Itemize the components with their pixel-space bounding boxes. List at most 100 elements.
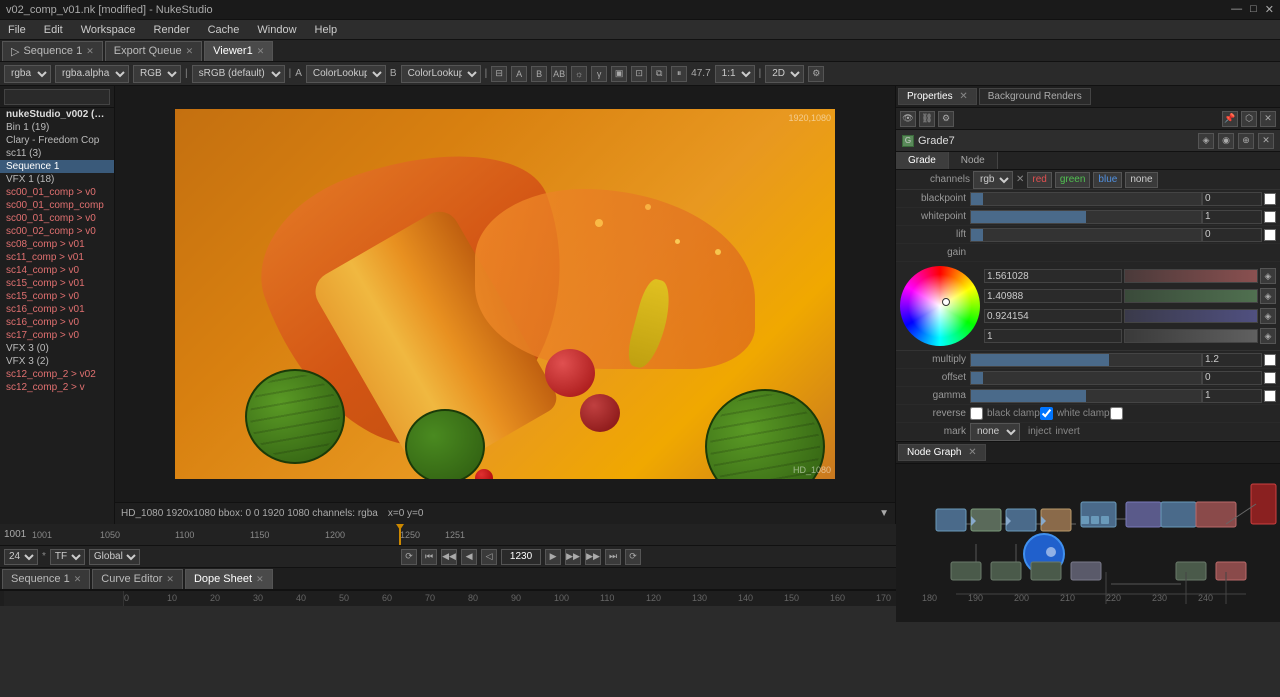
gamma-swatch[interactable] xyxy=(1264,390,1276,402)
white-clamp-checkbox[interactable] xyxy=(1110,407,1123,420)
blackpoint-swatch[interactable] xyxy=(1264,193,1276,205)
viewer-icon-roi[interactable]: ⊡ xyxy=(631,66,647,82)
tab-grade[interactable]: Grade xyxy=(896,152,949,169)
multiply-value[interactable] xyxy=(1202,353,1262,367)
tab-close-curve-editor[interactable]: ✕ xyxy=(166,574,174,585)
bin-sc15-1[interactable]: sc15_comp > v01 xyxy=(0,277,114,290)
fps-select[interactable]: 24 xyxy=(4,549,38,565)
bin-sc12-1[interactable]: sc12_comp_2 > v02 xyxy=(0,368,114,381)
global-select[interactable]: Global xyxy=(89,549,140,565)
bin-vfx3-1[interactable]: VFX 3 (0) xyxy=(0,342,114,355)
btn-prev[interactable]: ◀ xyxy=(461,549,477,565)
btn-next-out[interactable]: ⏭ xyxy=(605,549,621,565)
close-btn[interactable]: ✕ xyxy=(1265,3,1274,16)
colorspace-select[interactable]: RGB xyxy=(133,65,181,83)
tab-properties[interactable]: Properties ✕ xyxy=(898,88,977,105)
bin-sc11[interactable]: sc11_comp > v01 xyxy=(0,251,114,264)
tab-sequence1[interactable]: ▷ Sequence 1 ✕ xyxy=(2,41,103,61)
lift-swatch[interactable] xyxy=(1264,229,1276,241)
viewer-icon-a[interactable]: A xyxy=(511,66,527,82)
gain-g-input[interactable] xyxy=(984,289,1122,303)
menu-cache[interactable]: Cache xyxy=(204,24,244,36)
node-b-select[interactable]: ColorLookup xyxy=(401,65,481,83)
gain-g-icon[interactable]: ◈ xyxy=(1260,288,1276,304)
tab-close-sequence1[interactable]: ✕ xyxy=(86,46,94,57)
viewer-icon-proxy[interactable]: ⧉ xyxy=(651,66,667,82)
bin-sc0001-1[interactable]: sc00_01_comp > v0 xyxy=(0,186,114,199)
prop-icon-link[interactable]: ⛓ xyxy=(919,111,935,127)
gamma-slider[interactable] xyxy=(970,389,1202,403)
bin-sc16-1[interactable]: sc16_comp > v01 xyxy=(0,303,114,316)
channels-select[interactable]: rgb xyxy=(973,171,1013,189)
tab-properties-close[interactable]: ✕ xyxy=(959,91,967,102)
tab-node[interactable]: Node xyxy=(949,152,998,169)
bin-bin1[interactable]: Bin 1 (19) xyxy=(0,121,114,134)
btn-next[interactable]: ▶▶ xyxy=(585,549,601,565)
gamma-value[interactable] xyxy=(1202,389,1262,403)
lift-value[interactable] xyxy=(1202,228,1262,242)
menu-help[interactable]: Help xyxy=(311,24,342,36)
multiply-swatch[interactable] xyxy=(1264,354,1276,366)
node-graph-close[interactable]: ✕ xyxy=(968,447,976,458)
viewer-icon-clip[interactable]: ▣ xyxy=(611,66,627,82)
grade-btn-1[interactable]: ◈ xyxy=(1198,133,1214,149)
offset-slider[interactable] xyxy=(970,371,1202,385)
bin-sc08[interactable]: sc08_comp > v01 xyxy=(0,238,114,251)
btn-loop[interactable]: ⟳ xyxy=(625,549,641,565)
menu-edit[interactable]: Edit xyxy=(40,24,67,36)
blackpoint-slider[interactable] xyxy=(970,192,1202,206)
btn-step-back[interactable]: ◀◀ xyxy=(441,549,457,565)
current-frame-input[interactable]: 1230 xyxy=(501,549,541,565)
prop-icon-eye[interactable]: 👁 xyxy=(900,111,916,127)
viewer-icon-b[interactable]: B xyxy=(531,66,547,82)
multiply-slider[interactable] xyxy=(970,353,1202,367)
blackpoint-value[interactable] xyxy=(1202,192,1262,206)
black-clamp-checkbox[interactable] xyxy=(1040,407,1053,420)
prop-icon-pin[interactable]: 📌 xyxy=(1222,111,1238,127)
tab-sequence1-bottom[interactable]: Sequence 1 ✕ xyxy=(2,569,90,589)
tf-select[interactable]: TF xyxy=(50,549,85,565)
tab-dope-sheet[interactable]: Dope Sheet ✕ xyxy=(185,569,273,589)
bin-sequence1[interactable]: Sequence 1 xyxy=(0,160,114,173)
viewer[interactable]: 1920,1080 HD_1080 xyxy=(115,86,895,502)
minimize-btn[interactable]: — xyxy=(1231,3,1242,16)
node-a-select[interactable]: ColorLookup xyxy=(306,65,386,83)
gain-r-slider[interactable] xyxy=(1124,269,1258,283)
grade-btn-2[interactable]: ◉ xyxy=(1218,133,1234,149)
viewer-icon-ab[interactable]: AB xyxy=(551,66,567,82)
chip-none[interactable]: none xyxy=(1125,172,1157,188)
bin-sc15-2[interactable]: sc15_comp > v0 xyxy=(0,290,114,303)
gain-b-slider[interactable] xyxy=(1124,309,1258,323)
color-wheel[interactable] xyxy=(900,266,980,346)
viewer-icon-gain[interactable]: ☼ xyxy=(571,66,587,82)
bin-sc17[interactable]: sc17_comp > v0 xyxy=(0,329,114,342)
gain-a-input[interactable] xyxy=(984,329,1122,343)
gain-r-input[interactable] xyxy=(984,269,1122,283)
prop-icon-settings[interactable]: ⚙ xyxy=(938,111,954,127)
bin-sc0001-3[interactable]: sc00_01_comp > v0 xyxy=(0,212,114,225)
gain-a-icon[interactable]: ◈ xyxy=(1260,328,1276,344)
btn-prev-frame[interactable]: ◁ xyxy=(481,549,497,565)
offset-swatch[interactable] xyxy=(1264,372,1276,384)
viewer-icon-wipe[interactable]: ⊟ xyxy=(491,66,507,82)
mark-select[interactable]: none xyxy=(970,423,1020,441)
zoom-ratio-select[interactable]: 1:1 xyxy=(715,65,755,83)
viewer-scroll[interactable]: ▼ xyxy=(879,508,889,519)
lut-select[interactable]: sRGB (default) xyxy=(192,65,285,83)
viewer-icon-settings[interactable]: ⚙ xyxy=(808,66,824,82)
tab-curve-editor[interactable]: Curve Editor ✕ xyxy=(92,569,183,589)
menu-workspace[interactable]: Workspace xyxy=(77,24,140,36)
gain-b-icon[interactable]: ◈ xyxy=(1260,308,1276,324)
tab-export-queue[interactable]: Export Queue ✕ xyxy=(105,41,202,61)
tab-node-graph[interactable]: Node Graph ✕ xyxy=(898,444,986,461)
grade-btn-3[interactable]: ⊕ xyxy=(1238,133,1254,149)
tab-close-sequence1-bottom[interactable]: ✕ xyxy=(74,574,82,585)
menu-window[interactable]: Window xyxy=(253,24,300,36)
dopesheet-track-area[interactable]: 0 10 20 30 40 50 60 70 80 90 100 110 120… xyxy=(124,590,1276,606)
tab-close-dope-sheet[interactable]: ✕ xyxy=(256,574,264,585)
bin-sc11[interactable]: sc11 (3) xyxy=(0,147,114,160)
gain-r-icon[interactable]: ◈ xyxy=(1260,268,1276,284)
viewer-icon-gamma[interactable]: γ xyxy=(591,66,607,82)
chip-blue[interactable]: blue xyxy=(1093,172,1122,188)
menu-render[interactable]: Render xyxy=(150,24,194,36)
